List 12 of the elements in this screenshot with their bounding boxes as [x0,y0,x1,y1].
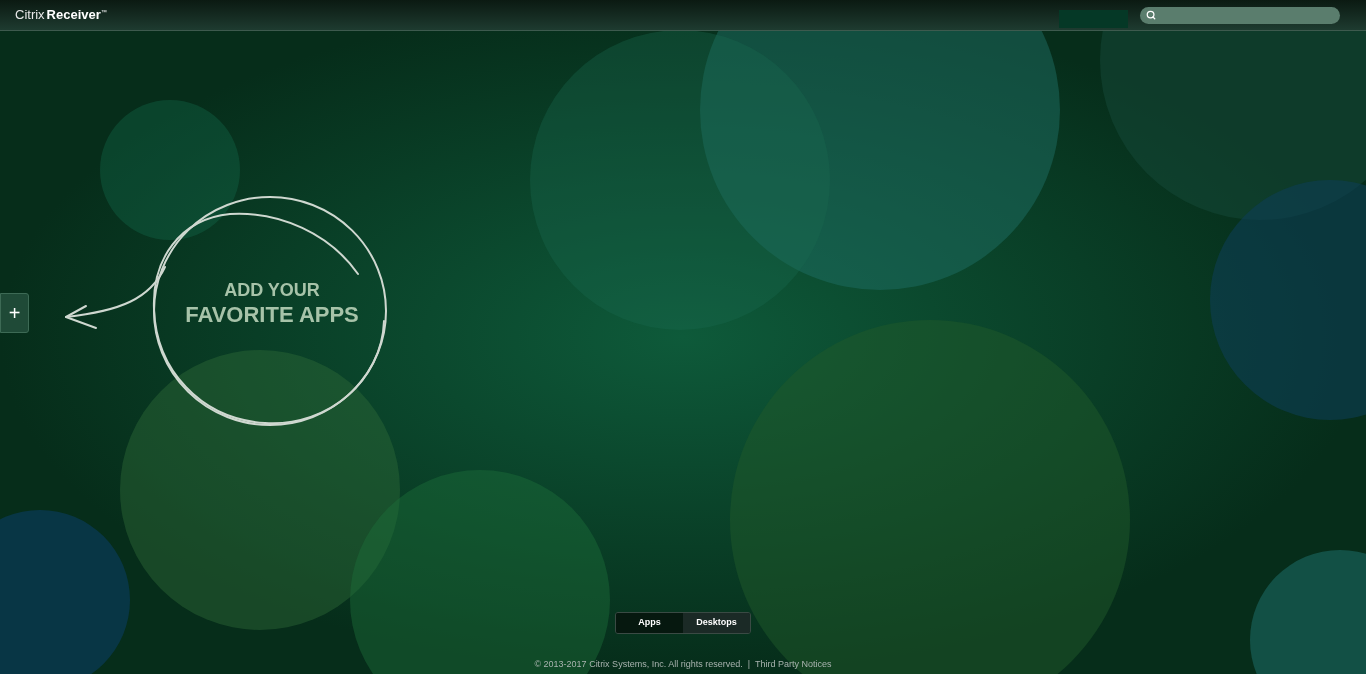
view-tab[interactable]: Apps [616,612,683,633]
hint-subheading: FAVORITE APPS [185,301,359,329]
view-tab[interactable]: Desktops [683,612,750,633]
logo-product: Receiver [46,6,101,25]
logo-brand: Citrix [15,6,45,25]
search-icon [1146,10,1156,20]
add-app-button[interactable]: + [0,293,29,333]
copyright-text: © 2013-2017 Citrix Systems, Inc. All rights reserved. [534,657,743,671]
search-field[interactable] [1140,6,1340,24]
third-party-notices-link[interactable]: Third Party Notices [755,657,832,671]
footer-separator: | [747,657,750,671]
hint-heading: ADD YOUR [224,279,320,301]
